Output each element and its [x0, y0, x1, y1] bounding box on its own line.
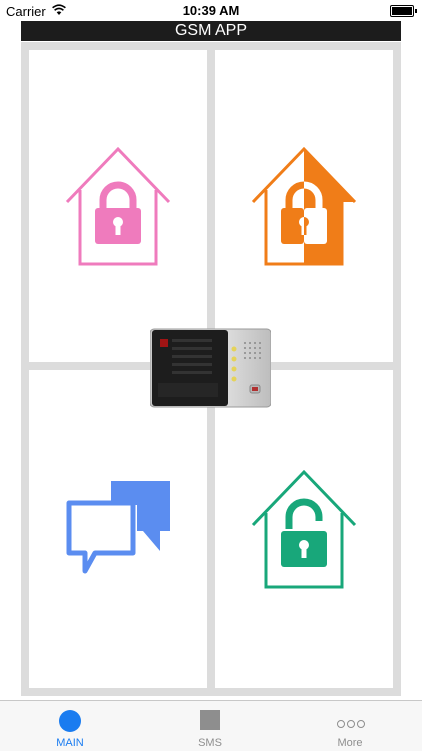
tab-bar: MAIN SMS More [0, 700, 422, 751]
page-title: GSM APP [21, 21, 401, 41]
tab-main[interactable]: MAIN [0, 701, 140, 751]
tab-sms-label: SMS [198, 737, 222, 749]
house-half-locked-icon [251, 146, 357, 265]
arm-tile[interactable] [29, 50, 207, 362]
gsm-alarm-device [150, 328, 271, 408]
sms-square-icon [200, 710, 220, 730]
more-dots-icon [336, 715, 366, 733]
tab-more[interactable]: More [280, 701, 420, 751]
tab-more-label: More [337, 737, 363, 749]
status-time: 10:39 AM [182, 3, 240, 18]
house-locked-icon [65, 146, 171, 265]
partial-arm-tile[interactable] [215, 50, 393, 362]
sms-tile[interactable] [29, 370, 207, 688]
chat-bubbles-icon [66, 481, 170, 574]
house-unlocked-icon [251, 469, 357, 588]
main-dot-icon [59, 710, 81, 732]
disarm-tile[interactable] [215, 370, 393, 688]
tab-sms[interactable]: SMS [140, 701, 280, 751]
tab-main-label: MAIN [56, 737, 84, 749]
status-bar: Carrier 10:39 AM [0, 0, 422, 22]
battery-icon [390, 5, 417, 17]
